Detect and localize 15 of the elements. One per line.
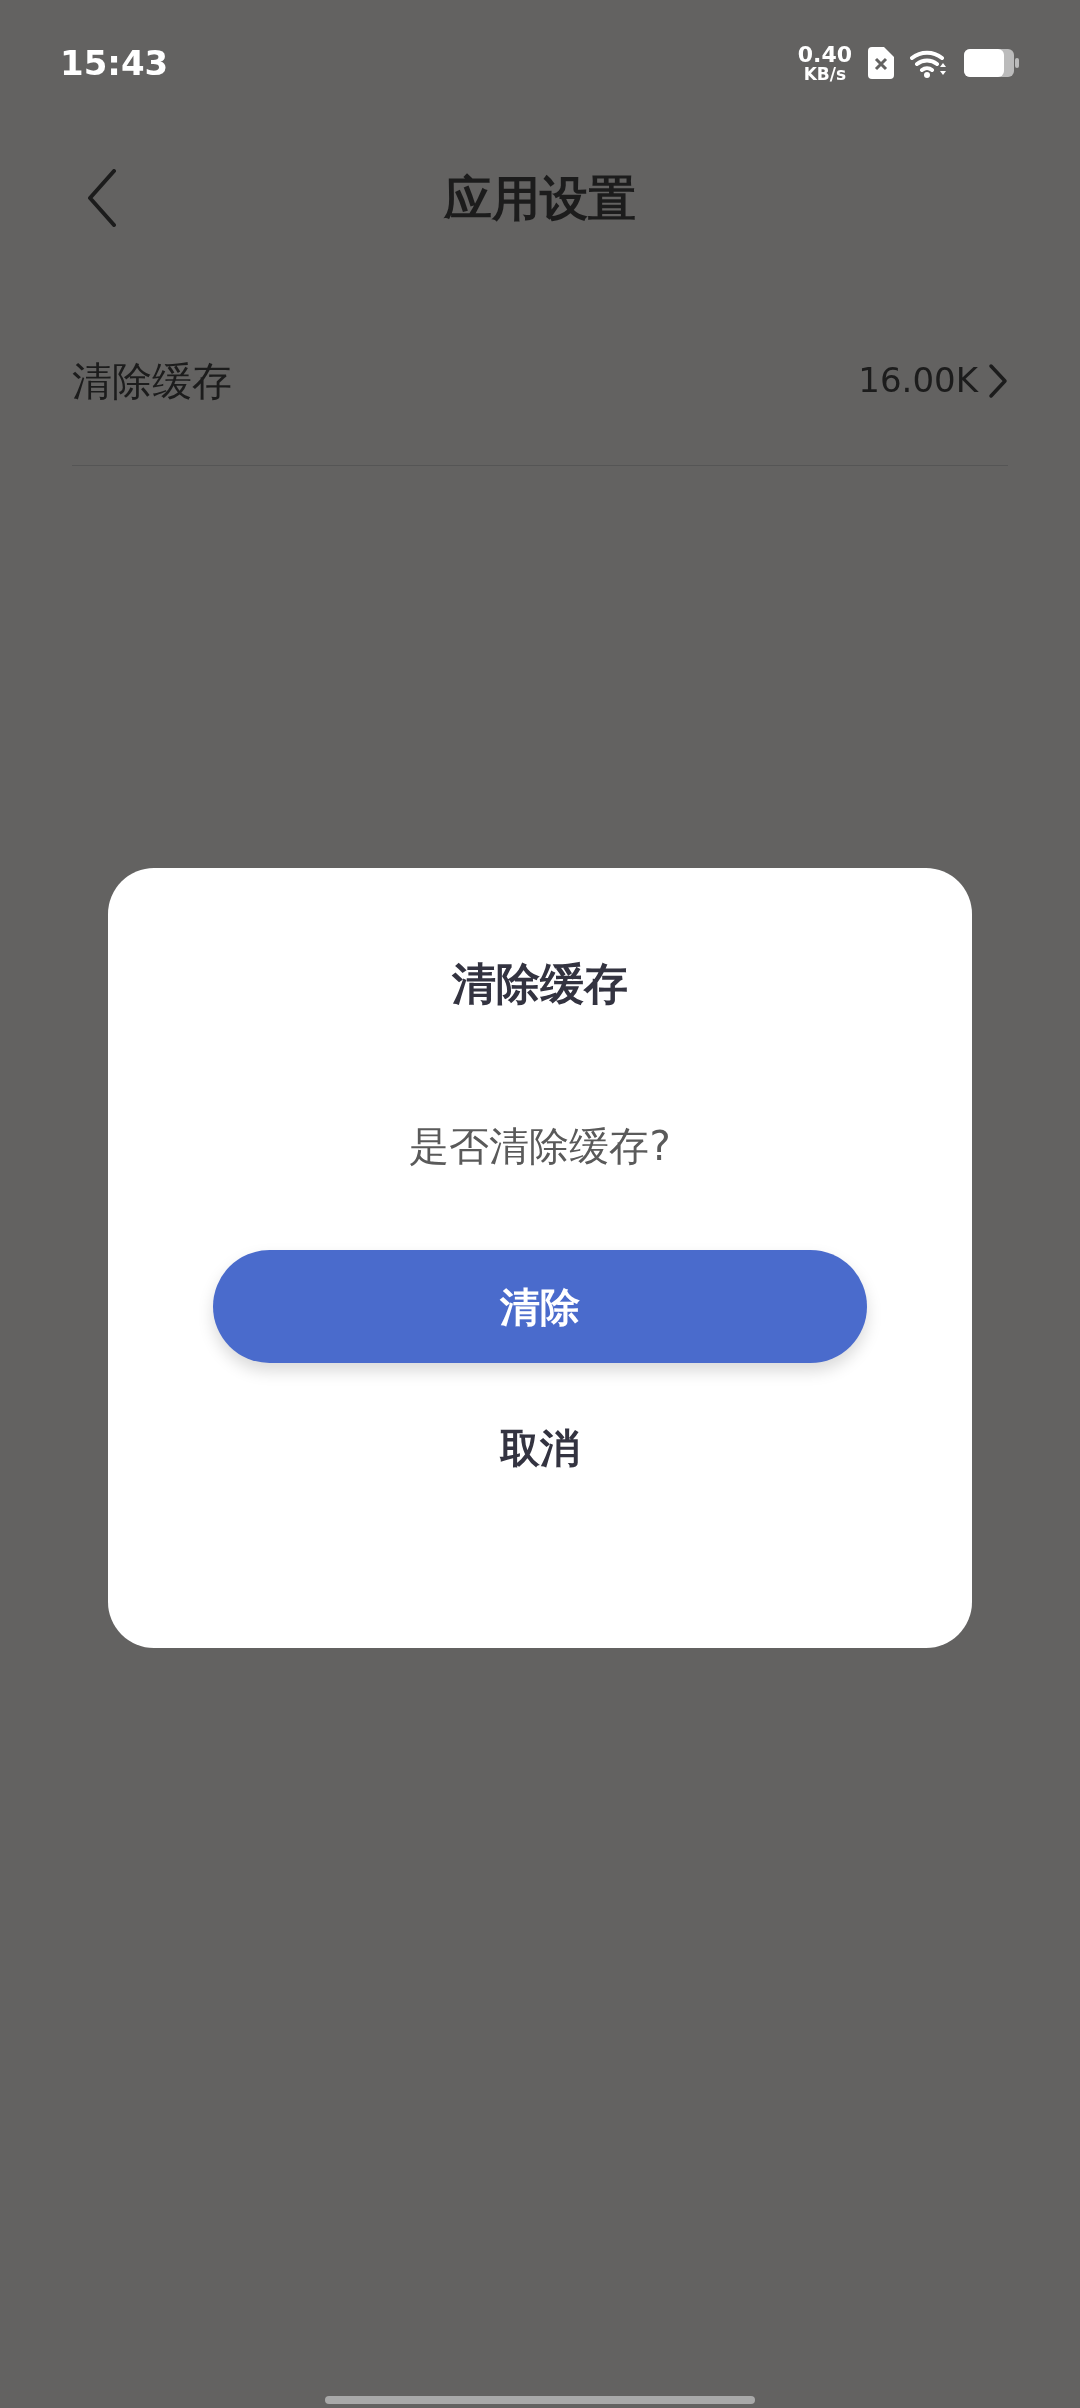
battery-icon xyxy=(964,49,1020,77)
network-speed-unit: KB/s xyxy=(803,65,847,83)
chevron-right-icon xyxy=(988,362,1008,399)
network-speed: 0.40 xyxy=(797,43,852,66)
settings-row[interactable]: 清除缓存 16.00K xyxy=(72,296,1008,466)
setting-value: 16.00K xyxy=(858,359,978,402)
setting-label: 清除缓存 xyxy=(72,356,232,406)
dialog-title: 清除缓存 xyxy=(452,962,628,1006)
page-title: 应用设置 xyxy=(444,169,636,228)
cancel-button[interactable]: 取消 xyxy=(390,1403,690,1493)
dialog-message: 是否清除缓存? xyxy=(409,1126,671,1166)
sim-card-icon xyxy=(868,47,894,79)
status-time: 15:43 xyxy=(60,41,169,85)
wifi-icon xyxy=(910,48,948,78)
confirm-button[interactable]: 清除 xyxy=(213,1250,867,1363)
